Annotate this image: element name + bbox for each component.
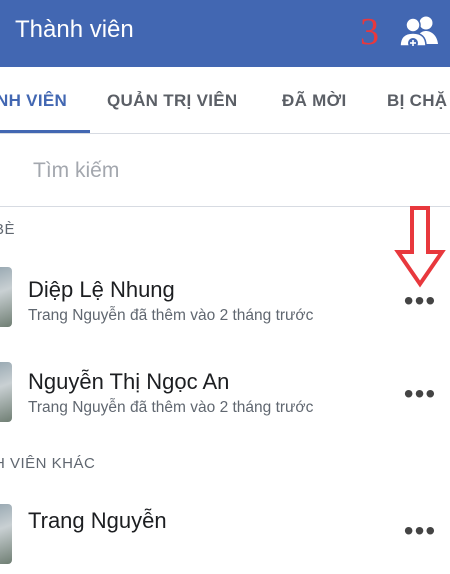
member-subtitle: Trang Nguyễn đã thêm vào 2 tháng trước — [28, 307, 314, 324]
list-item[interactable]: Trang Nguyễn ••• — [0, 496, 450, 574]
search-input[interactable] — [33, 158, 413, 184]
section-header-friends: BÈ — [0, 221, 16, 238]
search-bar — [0, 134, 450, 207]
section-header-other-members: H VIÊN KHÁC — [0, 455, 96, 472]
more-options-button[interactable]: ••• — [400, 517, 440, 550]
avatar[interactable] — [0, 267, 12, 327]
member-name: Nguyễn Thị Ngọc An — [28, 369, 230, 394]
list-item[interactable]: Nguyễn Thị Ngọc An Trang Nguyễn đã thêm … — [0, 351, 450, 429]
add-member-icon[interactable] — [398, 14, 440, 50]
active-tab-indicator — [0, 130, 90, 133]
member-subtitle: Trang Nguyễn đã thêm vào 2 tháng trước — [28, 399, 314, 416]
top-app-bar: Thành viên 3 — [0, 0, 450, 67]
step-number-annotation: 3 — [360, 11, 379, 53]
red-arrow-annotation-icon — [394, 206, 446, 288]
member-name: Trang Nguyễn — [28, 508, 167, 533]
avatar[interactable] — [0, 362, 12, 422]
tab-blocked[interactable]: BỊ CHẶ — [387, 91, 447, 111]
tab-members[interactable]: NH VIÊN — [0, 91, 67, 111]
tab-invited[interactable]: ĐÃ MỜI — [282, 91, 346, 111]
more-options-button[interactable]: ••• — [400, 380, 440, 413]
tab-admins[interactable]: QUẢN TRỊ VIÊN — [107, 91, 237, 111]
member-name: Diệp Lệ Nhung — [28, 277, 175, 302]
list-item[interactable]: Diệp Lệ Nhung Trang Nguyễn đã thêm vào 2… — [0, 258, 450, 336]
member-tabs: NH VIÊN QUẢN TRỊ VIÊN ĐÃ MỜI BỊ CHẶ — [0, 67, 450, 134]
page-title: Thành viên — [15, 16, 134, 43]
avatar[interactable] — [0, 504, 12, 564]
more-options-button[interactable]: ••• — [400, 287, 440, 320]
